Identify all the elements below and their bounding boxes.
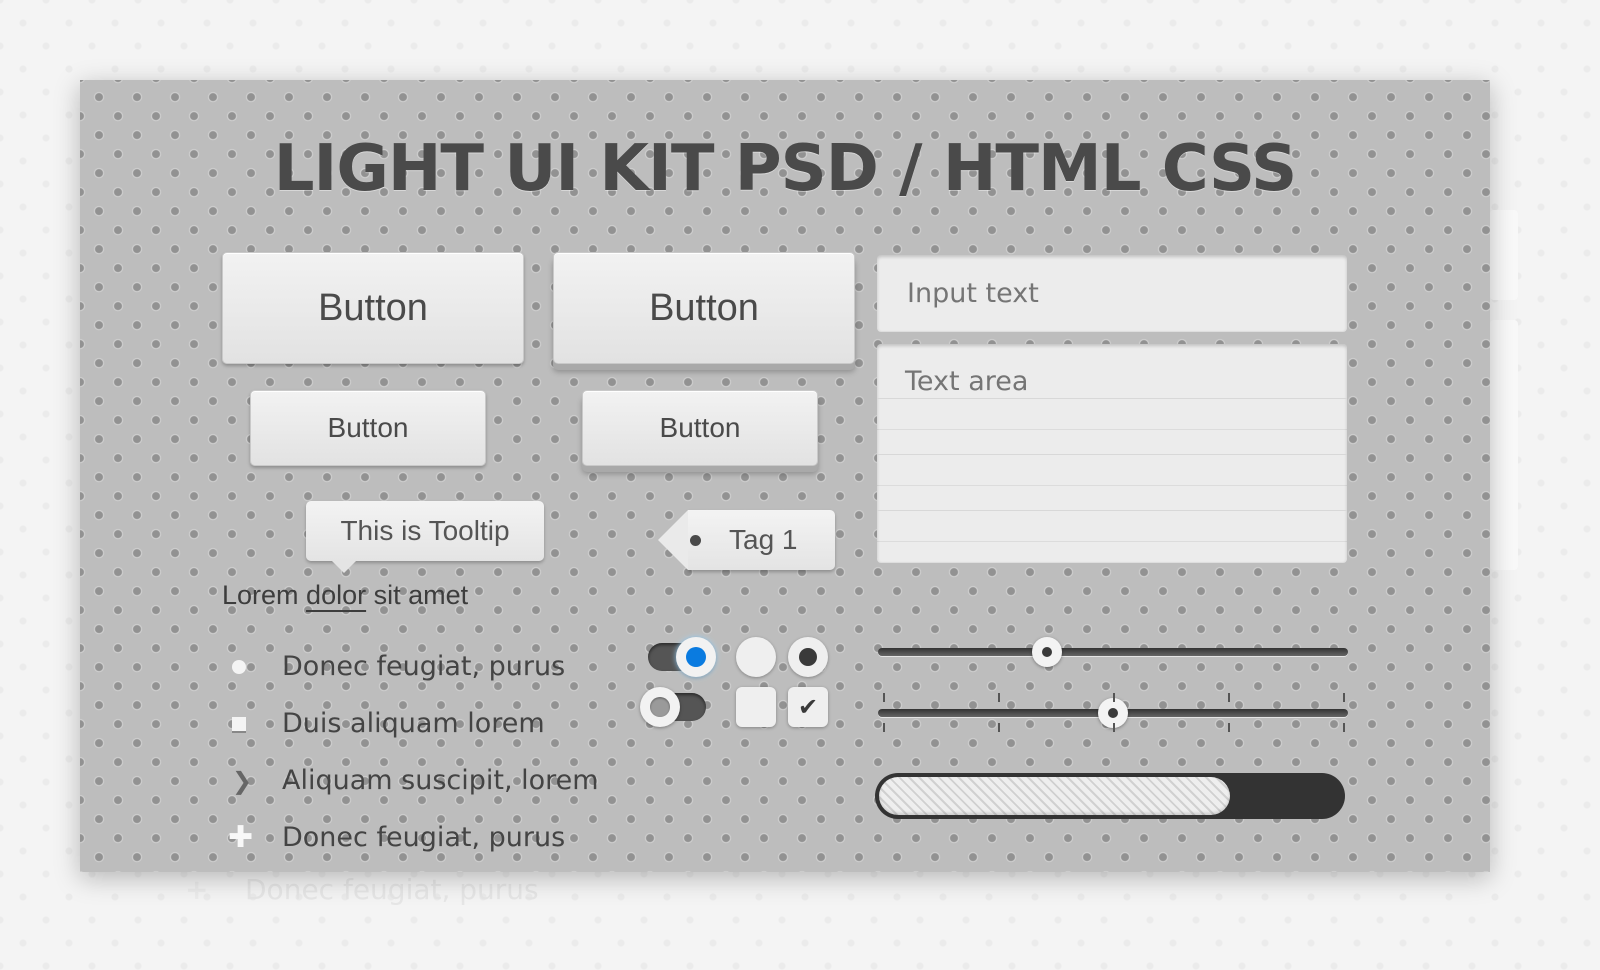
tooltip: This is Tooltip	[306, 501, 544, 573]
toggle-knob	[676, 637, 716, 677]
tag-label: Tag 1	[729, 524, 798, 555]
toggle-indicator	[686, 647, 706, 667]
progress-fill	[879, 777, 1231, 815]
slider-thumb[interactable]	[1032, 637, 1063, 667]
slider[interactable]	[878, 637, 1348, 667]
toggle-indicator	[650, 697, 670, 717]
slider-tick	[1113, 723, 1115, 732]
large-button[interactable]: Button	[222, 252, 524, 364]
dolor-link[interactable]: dolor	[306, 580, 366, 610]
small-raised-button[interactable]: Button	[582, 390, 818, 466]
toggle-switch-on[interactable]	[648, 637, 716, 677]
textarea-rule	[877, 398, 1347, 399]
page-title: LIGHT UI KIT PSD / HTML CSS	[273, 132, 1298, 206]
slider-tick	[1343, 693, 1345, 702]
large-raised-button[interactable]: Button	[553, 252, 855, 364]
toggle-switch-off[interactable]	[640, 687, 706, 727]
radio-unchecked[interactable]	[736, 637, 776, 677]
tag[interactable]: Tag 1	[658, 510, 835, 570]
plus-icon: +	[185, 873, 209, 906]
text-input[interactable]	[877, 255, 1347, 331]
slider-tick	[998, 723, 1000, 732]
textarea-rule	[877, 510, 1347, 511]
reflection-list-item: + Donec feugiat, purus	[185, 873, 539, 906]
slider-tick	[998, 693, 1000, 702]
lorem-text: Lorem dolor sit amet	[222, 580, 469, 610]
tag-hole-icon	[690, 534, 701, 546]
background-ghost-panel	[1490, 210, 1518, 300]
radio-checked[interactable]	[788, 637, 828, 677]
circle-bullet-icon	[232, 659, 246, 674]
progress-bar	[875, 773, 1345, 819]
slider-tick	[1113, 693, 1115, 702]
checkbox-checked[interactable]: ✔	[788, 687, 828, 727]
checkbox-unchecked[interactable]	[736, 687, 776, 727]
toggle-knob	[640, 687, 680, 727]
chevron-right-icon: ❯	[232, 766, 253, 795]
slider-tick	[883, 693, 885, 702]
list-item: ✚ Donec feugiat, purus	[228, 820, 566, 855]
small-button[interactable]: Button	[250, 390, 486, 466]
list-item: Duis aliquam lorem	[230, 695, 599, 752]
slider-tick	[1228, 723, 1230, 732]
square-bullet-icon	[232, 716, 246, 731]
slider-tick	[1228, 693, 1230, 702]
slider-tick	[1343, 723, 1345, 732]
checkmark-icon: ✔	[797, 693, 819, 721]
list-item: Donec feugiat, purus	[230, 638, 599, 695]
background-ghost-panel	[1490, 320, 1518, 570]
plus-icon: ✚	[228, 820, 254, 855]
ui-kit-panel: LIGHT UI KIT PSD / HTML CSS Button Butto…	[80, 80, 1490, 872]
text-area[interactable]	[877, 344, 1347, 562]
bullet-list: Donec feugiat, purus Duis aliquam lorem …	[228, 638, 599, 866]
textarea-rule	[877, 454, 1347, 455]
stepped-slider[interactable]	[878, 698, 1348, 728]
slider-tick	[883, 723, 885, 732]
list-item: ❯ Aliquam suscipit, lorem	[232, 765, 599, 796]
radio-dot	[799, 648, 817, 666]
